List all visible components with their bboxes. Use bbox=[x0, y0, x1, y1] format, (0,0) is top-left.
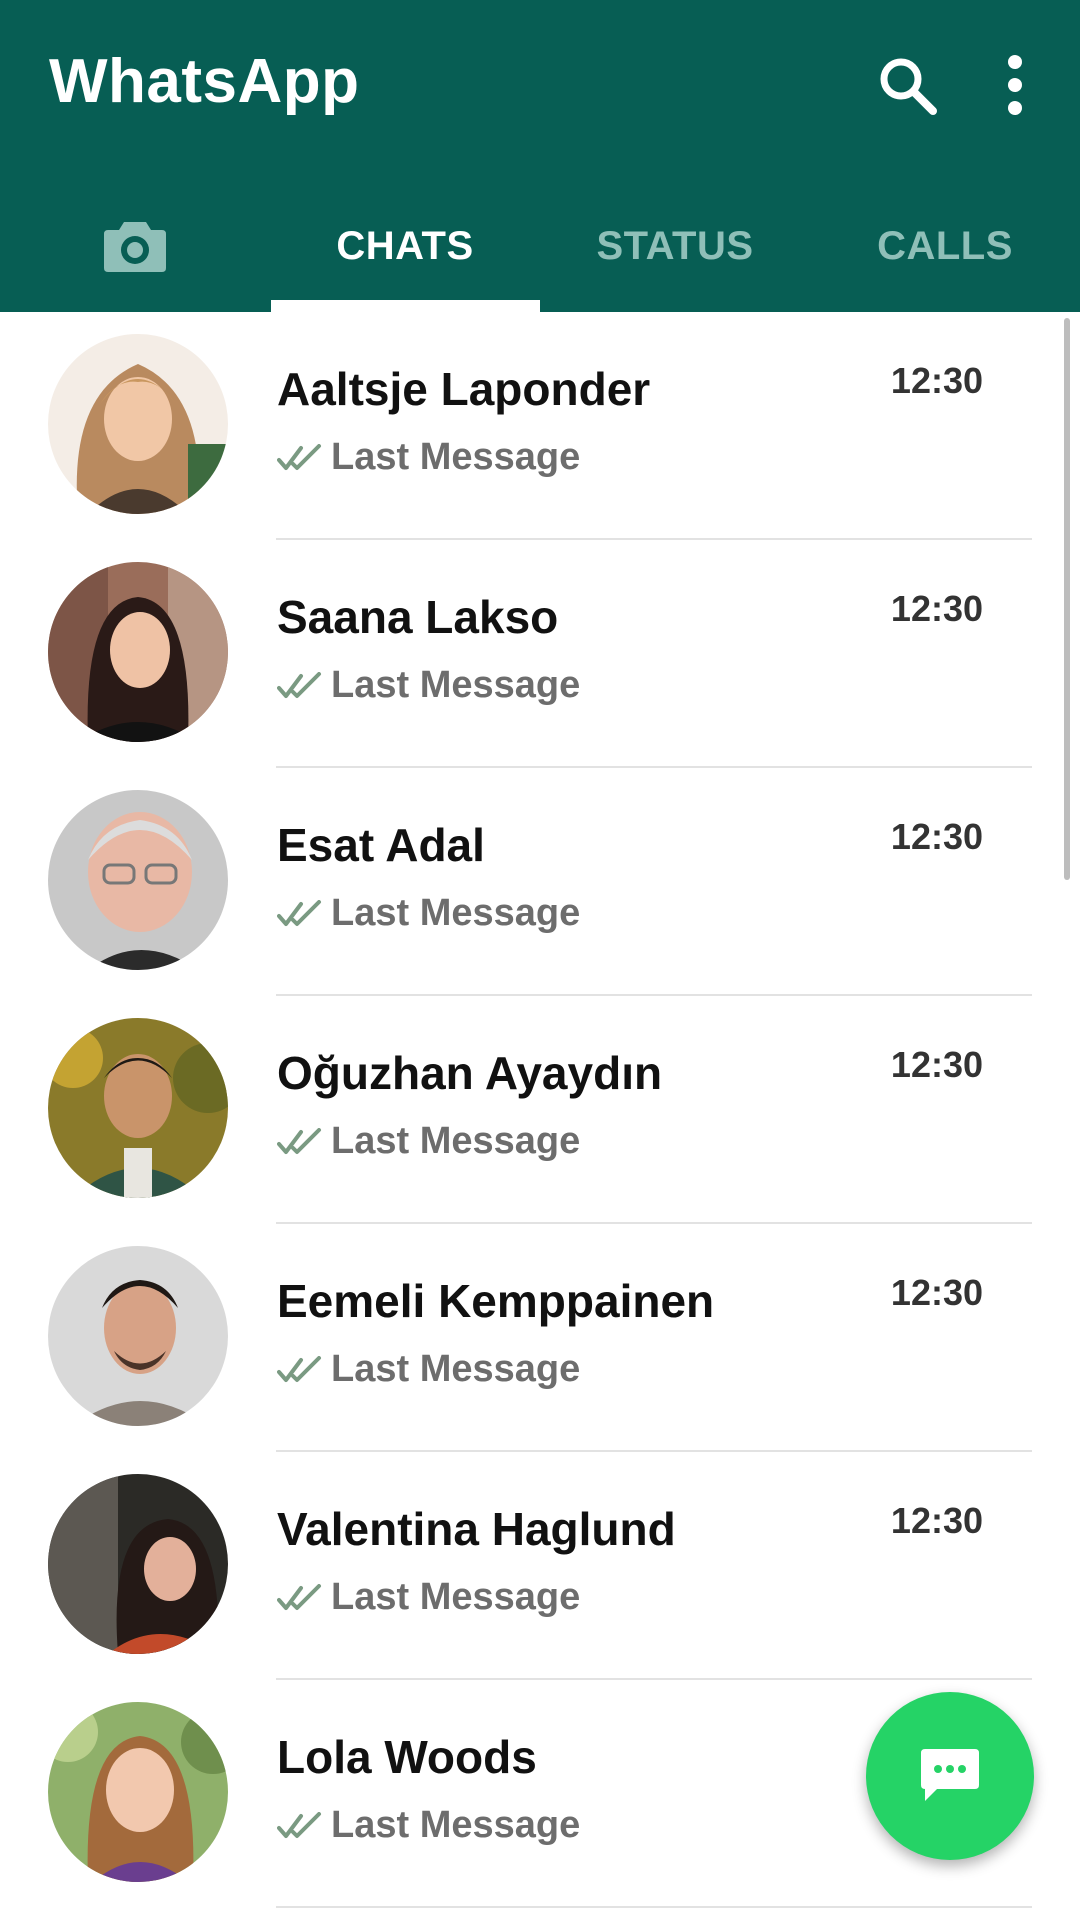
last-message: Last Message bbox=[277, 892, 580, 935]
last-message: Last Message bbox=[277, 1804, 580, 1847]
double-check-icon bbox=[277, 1811, 321, 1838]
last-message-text: Last Message bbox=[331, 664, 581, 706]
last-message-text: Last Message bbox=[331, 1348, 581, 1390]
search-icon bbox=[880, 58, 937, 115]
double-check-icon bbox=[277, 671, 321, 698]
tab-chats[interactable]: CHATS bbox=[270, 180, 540, 312]
message-time: 12:30 bbox=[890, 816, 983, 857]
avatar[interactable] bbox=[48, 790, 228, 970]
new-chat-button[interactable] bbox=[866, 1692, 1034, 1860]
scrollbar[interactable] bbox=[1064, 318, 1070, 880]
tab-calls[interactable]: CALLS bbox=[810, 180, 1080, 312]
last-message: Last Message bbox=[277, 1120, 580, 1163]
double-check-icon bbox=[277, 443, 321, 470]
message-time: 12:30 bbox=[890, 588, 983, 629]
avatar[interactable] bbox=[48, 1018, 228, 1198]
chat-row[interactable]: Oğuzhan Ayaydın 12:30 Last Message bbox=[0, 996, 1080, 1224]
last-message-text: Last Message bbox=[331, 436, 581, 478]
tab-camera[interactable] bbox=[0, 180, 270, 312]
chat-row[interactable]: Esat Adal 12:30 Last Message bbox=[0, 768, 1080, 996]
chat-row[interactable]: Aaltsje Laponder 12:30 Last Message bbox=[0, 312, 1080, 540]
tab-bar: CHATS STATUS CALLS bbox=[0, 180, 1080, 312]
active-tab-indicator bbox=[271, 300, 540, 312]
last-message: Last Message bbox=[277, 1348, 580, 1391]
app-title: WhatsApp bbox=[49, 47, 360, 116]
contact-name: Valentina Haglund bbox=[277, 1503, 676, 1555]
contact-name: Lola Woods bbox=[277, 1731, 537, 1783]
message-time: 12:30 bbox=[890, 1272, 983, 1313]
contact-name: Aaltsje Laponder bbox=[277, 363, 651, 415]
avatar[interactable] bbox=[48, 1702, 228, 1882]
contact-name: Eemeli Kemppainen bbox=[277, 1275, 715, 1327]
avatar[interactable] bbox=[48, 1474, 228, 1654]
contact-name: Esat Adal bbox=[277, 819, 485, 871]
last-message-text: Last Message bbox=[331, 892, 581, 934]
last-message: Last Message bbox=[277, 664, 580, 707]
avatar[interactable] bbox=[48, 562, 228, 742]
search-button[interactable] bbox=[872, 50, 942, 120]
app-header: WhatsApp CHATS STATUS CALLS bbox=[0, 0, 1080, 312]
double-check-icon bbox=[277, 1127, 321, 1154]
last-message-text: Last Message bbox=[331, 1120, 581, 1162]
double-check-icon bbox=[277, 1355, 321, 1382]
new-chat-icon bbox=[921, 1749, 979, 1801]
contact-name: Saana Lakso bbox=[277, 591, 559, 643]
contact-name: Oğuzhan Ayaydın bbox=[277, 1047, 663, 1099]
avatar[interactable] bbox=[48, 334, 228, 514]
message-time: 12:30 bbox=[890, 1044, 983, 1085]
chat-list[interactable]: Aaltsje Laponder 12:30 Last Message Saan… bbox=[0, 312, 1080, 1908]
avatar[interactable] bbox=[48, 1246, 228, 1426]
more-vertical-icon bbox=[1008, 55, 1022, 115]
whatsapp-app: WhatsApp CHATS STATUS CALLS Aaltsje Lapo… bbox=[0, 0, 1080, 1920]
camera-icon bbox=[104, 222, 166, 272]
double-check-icon bbox=[277, 899, 321, 926]
chat-row[interactable]: Eemeli Kemppainen 12:30 Last Message bbox=[0, 1224, 1080, 1452]
last-message-text: Last Message bbox=[331, 1576, 581, 1618]
last-message: Last Message bbox=[277, 1576, 580, 1619]
message-time: 12:30 bbox=[890, 360, 983, 401]
divider bbox=[276, 1906, 1032, 1908]
last-message: Last Message bbox=[277, 436, 580, 479]
chat-row[interactable]: Saana Lakso 12:30 Last Message bbox=[0, 540, 1080, 768]
last-message-text: Last Message bbox=[331, 1804, 581, 1846]
tab-status[interactable]: STATUS bbox=[540, 180, 810, 312]
double-check-icon bbox=[277, 1583, 321, 1610]
more-options-button[interactable] bbox=[980, 50, 1050, 120]
chat-row[interactable]: Valentina Haglund 12:30 Last Message bbox=[0, 1452, 1080, 1680]
message-time: 12:30 bbox=[890, 1500, 983, 1541]
